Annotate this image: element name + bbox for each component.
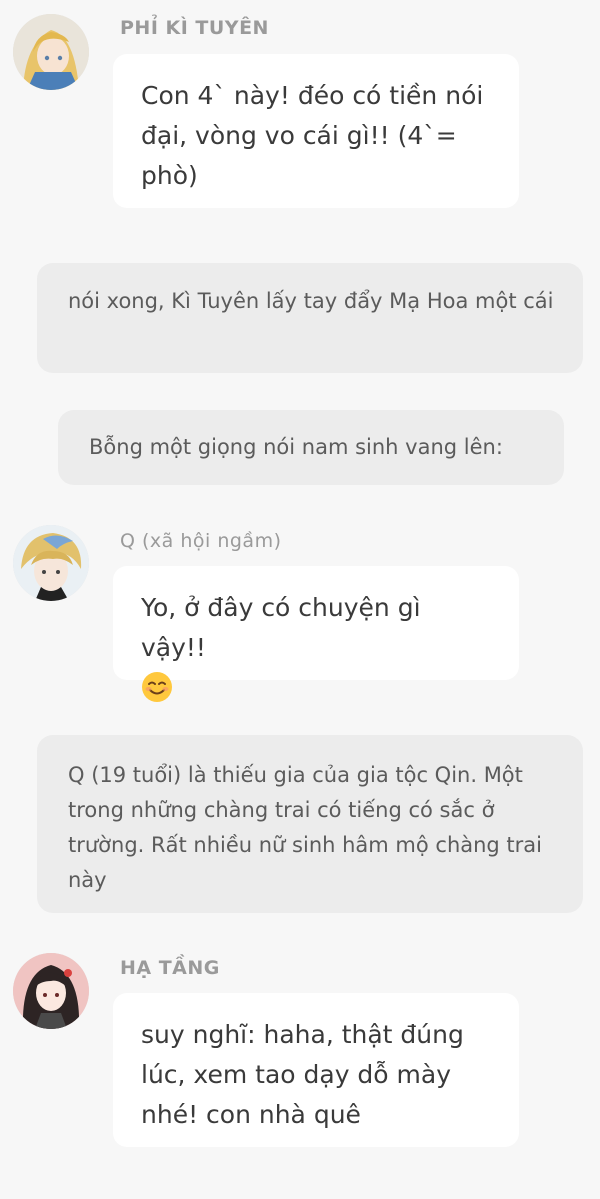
narration-box: Bỗng một giọng nói nam sinh vang lên:: [58, 410, 564, 485]
avatar-q[interactable]: [13, 525, 89, 601]
message-bubble: Yo, ở đây có chuyện gì vậy!!: [113, 566, 519, 702]
dark-hair-girl-avatar-icon: [13, 953, 89, 1029]
speaker-name: HẠ TẦNG: [120, 957, 220, 979]
narration-box: Q (19 tuổi) là thiếu gia của gia tộc Qin…: [37, 735, 583, 913]
blond-boy-avatar-icon: [13, 525, 89, 601]
blonde-girl-avatar-icon: [13, 14, 89, 90]
message-bubble: Con 4` này! đéo có tiền nói đại, vòng vo…: [113, 54, 519, 208]
avatar-phi-ki-tuyen[interactable]: [13, 14, 89, 90]
narration-box: nói xong, Kì Tuyên lấy tay đẩy Mạ Hoa mộ…: [37, 263, 583, 373]
avatar-ha-tang[interactable]: [13, 953, 89, 1029]
smiling-face-emoji-icon: [142, 672, 172, 702]
speaker-name: Q (xã hội ngầm): [120, 530, 282, 552]
message-bubble: suy nghĩ: haha, thật đúng lúc, xem tao d…: [113, 993, 519, 1147]
speaker-name: PHỈ KÌ TUYÊN: [120, 17, 269, 39]
message-text: Yo, ở đây có chuyện gì vậy!!: [141, 593, 421, 662]
